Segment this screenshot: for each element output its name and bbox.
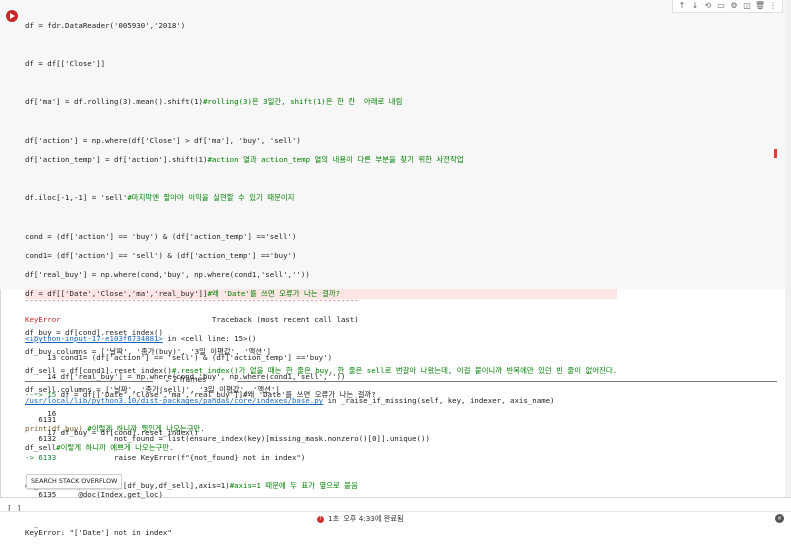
code-line: df['action_temp'] = df['action'].shift(1… — [25, 154, 464, 164]
more-icon[interactable]: ⋮ — [767, 1, 779, 11]
status-completed: 오후 4:33에 완료됨 — [343, 514, 404, 523]
chevron-down-icon: ⌄ — [164, 375, 173, 384]
divider — [25, 381, 153, 382]
code-line: df.iloc[-1,-1] = 'sell'#마지막엔 팔아야 이익을 실현할… — [25, 193, 295, 203]
link-icon[interactable]: ⟲ — [702, 1, 714, 11]
code-line: df['action'] = np.where(df['Close'] > df… — [25, 135, 301, 145]
run-cell-button[interactable] — [6, 10, 18, 22]
arrow-up-icon[interactable]: ↑ — [676, 1, 688, 11]
error-icon: ! — [317, 515, 324, 523]
comment-icon[interactable]: ▭ — [715, 1, 727, 11]
cell-toolbar: ↑ ↓ ⟲ ▭ ⚙ ◫ 🗑 ⋮ — [672, 0, 783, 13]
divider — [237, 381, 777, 382]
error-line-marker — [774, 149, 777, 158]
frames-collapse-toggle[interactable]: ⌄ 2 frames — [25, 375, 777, 387]
traceback-line: 6132 not_found = list(ensure_index(key)[… — [25, 434, 430, 444]
frames-label[interactable]: ⌄ 2 frames — [164, 375, 206, 384]
traceback-line-current: -> 6133 raise KeyError(f"{not_found} not… — [25, 452, 306, 462]
status-duration: 1초 — [328, 514, 340, 523]
scrollbar[interactable] — [785, 0, 791, 497]
code-line: df['real_buy'] = np.where(cond,'buy', np… — [25, 270, 310, 280]
code-line: df['ma'] = df.rolling(3).mean().shift(1)… — [25, 97, 403, 107]
gear-icon[interactable]: ⚙ — [728, 1, 740, 11]
close-icon[interactable]: × — [775, 514, 784, 523]
traceback-location: <ipython-input-17-e103f6734881> in <cell… — [25, 334, 257, 344]
ipython-input-link[interactable]: <ipython-input-17-e103f6734881> — [25, 334, 163, 343]
traceback-line: 6131 — [25, 415, 57, 425]
traceback-line: 6134 — [25, 472, 785, 481]
traceback-line: 13 cond1= (df['action'] == 'sell') & (df… — [25, 352, 333, 362]
traceback-location: /usr/local/lib/python3.10/dist-packages/… — [25, 396, 555, 406]
final-error-message: KeyError: "['Date'] not in index" — [25, 528, 172, 538]
execution-status[interactable]: ! 1초 오후 4:33에 완료됨 — [317, 514, 404, 524]
traceback-header: KeyError Traceback (most recent call las… — [25, 315, 359, 325]
status-bar: ! 1초 오후 4:33에 완료됨 × — [0, 511, 791, 527]
traceback-line: 6135 @doc(Index.get_loc) — [25, 490, 163, 500]
trash-icon[interactable]: 🗑 — [754, 1, 766, 11]
search-stack-overflow-button[interactable]: SEARCH STACK OVERFLOW — [26, 474, 123, 489]
base-py-link[interactable]: /usr/local/lib/python3.10/dist-packages/… — [25, 396, 323, 405]
output-separator: ----------------------------------------… — [25, 296, 359, 306]
code-line: cond = (df['action'] == 'buy') & (df['ac… — [25, 231, 297, 241]
code-line: df = df[['Close']] — [25, 58, 106, 68]
code-line: cond1= (df['action'] == 'sell') & (df['a… — [25, 250, 297, 260]
arrow-down-icon[interactable]: ↓ — [689, 1, 701, 11]
mirror-icon[interactable]: ◫ — [741, 1, 753, 11]
code-line: df = fdr.DataReader('005930','2018') — [25, 20, 186, 30]
